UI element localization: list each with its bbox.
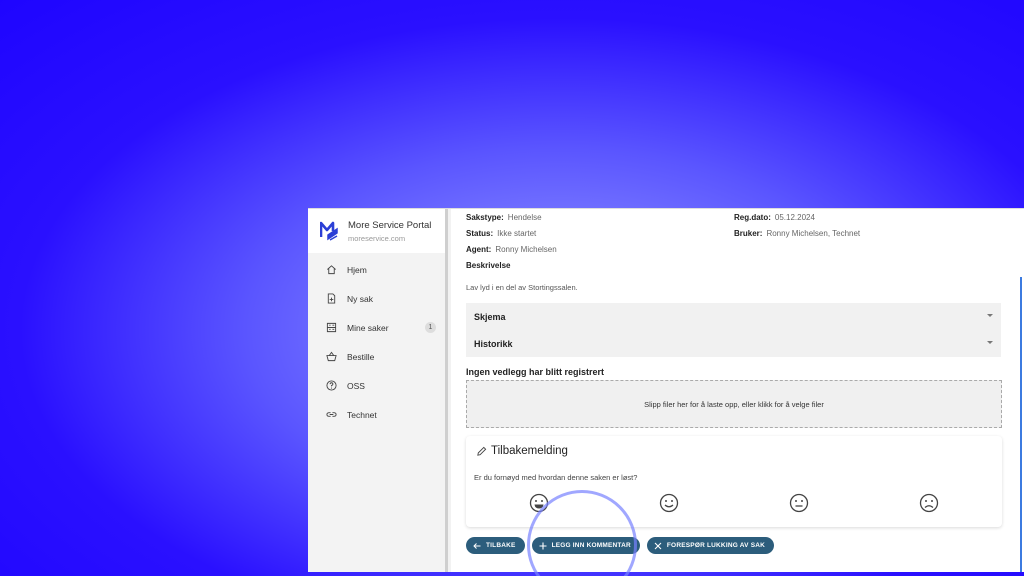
logo-icon (320, 221, 338, 241)
field-label: Reg.dato: (734, 213, 771, 222)
caret-down-icon (987, 314, 993, 317)
field-value: Ronny Michelsen, Technet (766, 229, 861, 238)
field-value: Ronny Michelsen (495, 245, 557, 254)
attachments-title: Ingen vedlegg har blitt registrert (466, 367, 605, 377)
description-title: Beskrivelse (466, 261, 511, 270)
sidebar-item-label: Bestille (347, 351, 375, 362)
sidebar-item-oss[interactable]: OSS (308, 371, 445, 400)
help-icon (326, 380, 337, 391)
accordion-skjema[interactable]: Skjema (466, 303, 1001, 330)
basket-icon (326, 351, 337, 362)
pencil-icon (477, 446, 487, 456)
dropzone-text: Slipp filer her for å laste opp, eller k… (644, 399, 824, 409)
sidebar-item-hjem[interactable]: Hjem (308, 255, 445, 284)
sidebar-item-label: Technet (347, 409, 377, 420)
back-button[interactable]: TILBAKE (466, 537, 525, 554)
field-bruker: Bruker: Ronny Michelsen, Technet (734, 229, 860, 238)
accordion-label: Historikk (474, 338, 513, 349)
field-label: Sakstype: (466, 213, 504, 222)
field-regdato: Reg.dato: 05.12.2024 (734, 213, 815, 222)
sidebar-item-technet[interactable]: Technet (308, 400, 445, 429)
portal-window: More Service Portal moreservice.com Hjem… (308, 208, 1024, 572)
feedback-question: Er du fornøyd med hvordan denne saken er… (474, 473, 638, 482)
field-label: Status: (466, 229, 494, 238)
file-dropzone[interactable]: Slipp filer her for å laste opp, eller k… (466, 380, 1002, 428)
sad-face-icon[interactable] (919, 493, 939, 513)
cases-icon (326, 322, 337, 333)
brand-title: More Service Portal (348, 219, 432, 231)
description-text: Lav lyd i en del av Stortingssalen. (466, 283, 578, 292)
sidebar-nav: Hjem Ny sak Mine saker 1 Bestille OSS Te… (308, 255, 445, 429)
request-close-button[interactable]: FORESPØR LUKKING AV SAK (646, 537, 775, 554)
caret-down-icon (987, 341, 993, 344)
neutral-face-icon[interactable] (789, 493, 809, 513)
sidebar: More Service Portal moreservice.com Hjem… (308, 209, 448, 572)
sidebar-item-label: Mine saker (347, 322, 389, 333)
field-sakstype: Sakstype: Hendelse (466, 213, 542, 222)
new-case-icon (327, 293, 336, 304)
sidebar-item-bestille[interactable]: Bestille (308, 342, 445, 371)
accordion-label: Skjema (474, 311, 506, 322)
home-icon (327, 265, 336, 275)
back-button-label: TILBAKE (486, 542, 516, 549)
happy-face-icon[interactable] (659, 493, 679, 513)
arrow-left-icon (473, 542, 481, 549)
sidebar-item-label: Ny sak (347, 293, 373, 304)
accordion-historikk[interactable]: Historikk (466, 330, 1001, 357)
field-value: Hendelse (507, 213, 542, 222)
field-label: Bruker: (734, 229, 763, 238)
field-value: Ikke startet (497, 229, 537, 238)
field-label: Agent: (466, 245, 492, 254)
sidebar-item-label: Hjem (347, 264, 367, 275)
field-status: Status: Ikke startet (466, 229, 536, 238)
field-value: 05.12.2024 (774, 213, 815, 222)
close-icon (654, 542, 662, 549)
sidebar-item-mine-saker[interactable]: Mine saker 1 (308, 313, 445, 342)
field-agent: Agent: Ronny Michelsen (466, 245, 557, 254)
feedback-title: Tilbakemelding (476, 445, 568, 457)
brand-header[interactable]: More Service Portal moreservice.com (308, 209, 445, 253)
brand-subtitle: moreservice.com (348, 233, 406, 243)
count-badge: 1 (425, 322, 436, 333)
request-close-button-label: FORESPØR LUKKING AV SAK (666, 542, 766, 549)
feedback-title-text: Tilbakemelding (491, 445, 568, 457)
sidebar-item-ny-sak[interactable]: Ny sak (308, 284, 445, 313)
scrollbar[interactable] (1020, 277, 1022, 572)
sidebar-item-label: OSS (347, 380, 365, 391)
link-icon (326, 412, 337, 417)
